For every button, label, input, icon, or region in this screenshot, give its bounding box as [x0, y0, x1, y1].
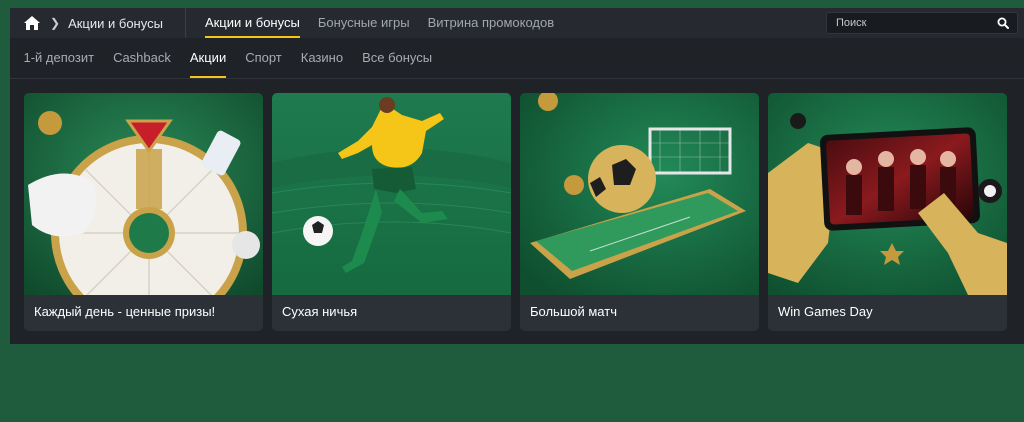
subtab-sport[interactable]: Спорт [236, 38, 292, 78]
top-navigation: ❯ Акции и бонусы Акции и бонусы Бонусные… [10, 8, 1024, 38]
tab-promo-codes-showcase[interactable]: Витрина промокодов [419, 8, 564, 38]
search-input[interactable] [827, 12, 997, 34]
promotions-panel: ❯ Акции и бонусы Акции и бонусы Бонусные… [10, 8, 1024, 344]
subtab-first-deposit[interactable]: 1-й депозит [14, 38, 104, 78]
promo-card-daily-prizes[interactable]: Каждый день - ценные призы! [24, 93, 263, 331]
tab-promotions-and-bonuses[interactable]: Акции и бонусы [196, 8, 309, 38]
search-icon[interactable] [997, 17, 1009, 29]
promo-card-title: Win Games Day [778, 304, 873, 319]
top-tabs: Акции и бонусы Бонусные игры Витрина про… [196, 8, 563, 38]
tab-bonus-games[interactable]: Бонусные игры [309, 8, 419, 38]
subtab-all-bonuses[interactable]: Все бонусы [353, 38, 442, 78]
promo-card-title: Сухая ничья [282, 304, 358, 319]
breadcrumb-current[interactable]: Акции и бонусы [68, 16, 163, 31]
promo-card-title: Большой матч [530, 304, 617, 319]
divider [184, 8, 186, 38]
promo-card-title: Каждый день - ценные призы! [34, 304, 216, 319]
home-icon [24, 16, 40, 30]
home-link[interactable] [24, 16, 40, 30]
promo-cards: Каждый день - ценные призы! Сухая ничья … [24, 93, 1007, 331]
chevron-right-icon: ❯ [50, 16, 61, 30]
prize-wheel-image [24, 93, 263, 295]
footballer-image [272, 93, 511, 295]
search-box [826, 12, 1018, 34]
promo-card-win-games-day[interactable]: Win Games Day [768, 93, 1007, 331]
promo-card-big-match[interactable]: Большой матч [520, 93, 759, 331]
subtab-promotions[interactable]: Акции [180, 38, 235, 78]
category-tabs: 1-й депозит Cashback Акции Спорт Казино … [10, 38, 1024, 79]
subtab-casino[interactable]: Казино [291, 38, 352, 78]
subtab-cashback[interactable]: Cashback [104, 38, 181, 78]
win-games-day-image [768, 93, 1007, 295]
big-match-image [520, 93, 759, 295]
promo-card-clean-draw[interactable]: Сухая ничья [272, 93, 511, 331]
